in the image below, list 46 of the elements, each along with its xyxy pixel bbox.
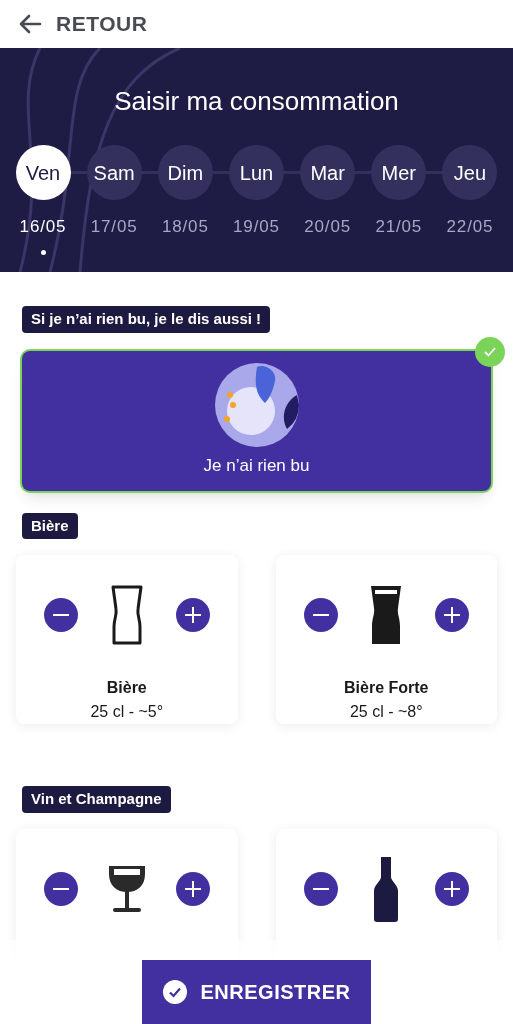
minus-icon [51, 613, 71, 616]
minus-button[interactable] [303, 597, 338, 632]
plus-button[interactable] [435, 871, 469, 906]
wine-glass-icon [106, 863, 147, 914]
save-button[interactable]: ENREGISTRER [142, 960, 371, 1024]
drink-volume: 25 cl - ~8° [349, 702, 423, 722]
day-date: 20/05 [304, 216, 351, 238]
minus-button[interactable] [303, 871, 338, 906]
minus-icon [310, 887, 331, 890]
plus-icon [182, 604, 203, 625]
minus-icon [310, 613, 331, 616]
check-circle-icon [162, 980, 187, 1004]
section-label: Si je n’ai rien bu, je le dis aussi ! [22, 306, 271, 333]
day-tab[interactable]: Dim [157, 145, 213, 200]
day-date: 21/05 [375, 216, 423, 238]
drink-volume: 25 cl - ~5° [90, 702, 164, 722]
back-button[interactable]: RETOUR [18, 8, 148, 40]
bottle-icon [373, 855, 400, 922]
day-date: 17/05 [90, 216, 138, 238]
section-label: Bière [22, 512, 78, 539]
minus-button[interactable] [44, 871, 78, 906]
day-date: 16/05 [19, 216, 67, 238]
plus-icon [442, 878, 462, 899]
plus-icon [442, 604, 462, 625]
nothing-drunk-label: Je n’ai rien bu [203, 454, 310, 477]
plus-button[interactable] [175, 871, 210, 906]
day-date: 19/05 [233, 216, 280, 238]
minus-icon [51, 887, 71, 890]
day-tab[interactable]: Sam [86, 145, 142, 200]
drink-name: Bière [106, 678, 147, 698]
minus-button[interactable] [44, 597, 78, 632]
day-tab[interactable]: Jeu [442, 145, 498, 200]
plus-button[interactable] [435, 597, 469, 632]
day-tab[interactable]: Ven [15, 145, 71, 200]
section-label: Vin et Champagne [22, 786, 171, 813]
plus-icon [182, 878, 203, 899]
day-tab[interactable]: Mar [300, 145, 356, 200]
day-tab[interactable]: Mer [371, 145, 427, 200]
day-tab[interactable]: Lun [228, 145, 284, 200]
day-date: 18/05 [161, 216, 209, 238]
page-title: Saisir ma consommation [114, 85, 399, 118]
plus-button[interactable] [175, 597, 210, 632]
nothing-drunk-card[interactable]: Je n’ai rien bu [22, 350, 491, 491]
back-arrow-icon [18, 14, 42, 34]
drink-name: Bière Forte [344, 678, 429, 698]
day-date: 22/05 [446, 216, 494, 238]
